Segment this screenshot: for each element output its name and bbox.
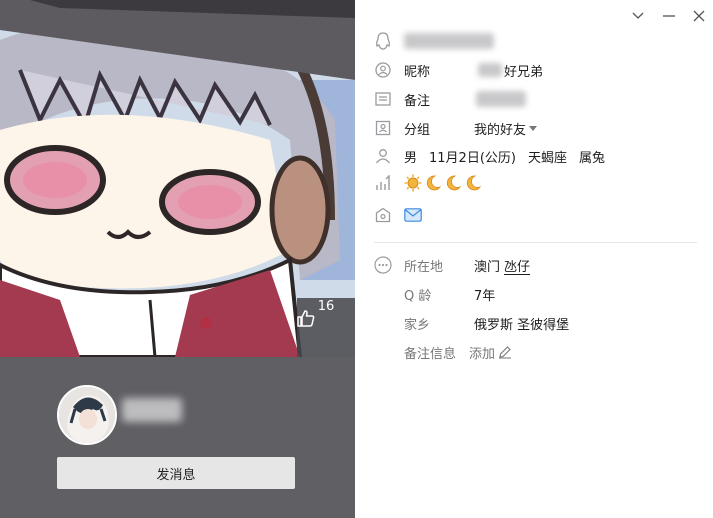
thumbs-up-icon <box>297 310 315 327</box>
remark-row: 备注 <box>374 88 526 110</box>
avatar[interactable] <box>57 385 117 445</box>
chevron-down-icon[interactable] <box>628 6 648 26</box>
like-button[interactable]: 16 <box>297 298 355 357</box>
hometown-row: 家乡 俄罗斯 圣彼得堡 <box>404 312 569 334</box>
group-value: 我的好友 <box>474 122 527 138</box>
group-label: 分组 <box>404 122 431 138</box>
personal-info-row: 男 11月2日(公历) 天蝎座 属兔 <box>374 145 605 167</box>
home-badge-icon <box>374 206 392 224</box>
level-row <box>374 172 484 194</box>
penguin-icon <box>374 32 392 50</box>
location-district-link[interactable]: 氹仔 <box>504 256 530 275</box>
add-note-button[interactable]: 添加 <box>469 343 512 362</box>
group-select[interactable]: 我的好友 <box>474 119 538 138</box>
nickname-value: 好兄弟 <box>504 64 544 80</box>
person-icon <box>374 147 392 165</box>
remark-label: 备注 <box>404 93 431 109</box>
chinese-zodiac-value: 属兔 <box>579 150 606 166</box>
moon-icon <box>446 175 462 191</box>
remark-value-blurred[interactable] <box>476 91 526 107</box>
note-row: 备注信息 添加 <box>404 341 512 363</box>
cover-image[interactable]: 16 <box>0 0 355 357</box>
sun-icon <box>404 174 422 192</box>
qage-value: 7年 <box>474 288 496 304</box>
avatar-image <box>59 387 115 443</box>
add-note-label: 添加 <box>469 346 496 362</box>
contacts-icon <box>374 119 392 137</box>
group-row: 分组 我的好友 <box>374 117 538 139</box>
pencil-icon <box>499 346 512 359</box>
nickname-prefix-blurred <box>478 63 502 77</box>
mail-icon[interactable] <box>404 208 422 222</box>
nickname-row: 昵称 好兄弟 <box>374 59 543 81</box>
moon-icon <box>426 175 442 191</box>
nickname-label: 昵称 <box>404 64 431 80</box>
nickname-blurred <box>122 398 182 422</box>
note-label: 备注信息 <box>404 346 457 362</box>
birthday-value: 11月2日(公历) <box>429 150 516 166</box>
location-city: 澳门 <box>474 259 501 275</box>
zodiac-value: 天蝎座 <box>527 150 567 166</box>
more-icon[interactable] <box>374 256 392 274</box>
minimize-icon[interactable] <box>659 6 679 26</box>
level-chart-icon <box>374 174 392 192</box>
qage-label: Q 龄 <box>404 288 432 304</box>
send-message-button[interactable]: 发消息 <box>57 457 295 489</box>
qage-row: Q 龄 7年 <box>404 283 495 305</box>
id-card-icon <box>374 90 392 108</box>
qq-number-row <box>374 30 494 52</box>
qq-number-blurred <box>404 33 494 49</box>
location-label: 所在地 <box>404 259 444 275</box>
profile-card-left: 16 发消息 <box>0 0 355 518</box>
hometown-label: 家乡 <box>404 317 431 333</box>
caret-down-icon <box>529 125 538 131</box>
services-row <box>374 204 422 226</box>
divider <box>374 242 697 243</box>
gender-value: 男 <box>404 150 418 166</box>
hometown-value: 俄罗斯 圣彼得堡 <box>474 317 570 333</box>
close-icon[interactable] <box>689 6 709 26</box>
location-row: 所在地 澳门 氹仔 <box>374 254 530 276</box>
user-circle-icon <box>374 61 392 79</box>
moon-icon <box>466 175 482 191</box>
level-badges[interactable] <box>404 174 484 192</box>
